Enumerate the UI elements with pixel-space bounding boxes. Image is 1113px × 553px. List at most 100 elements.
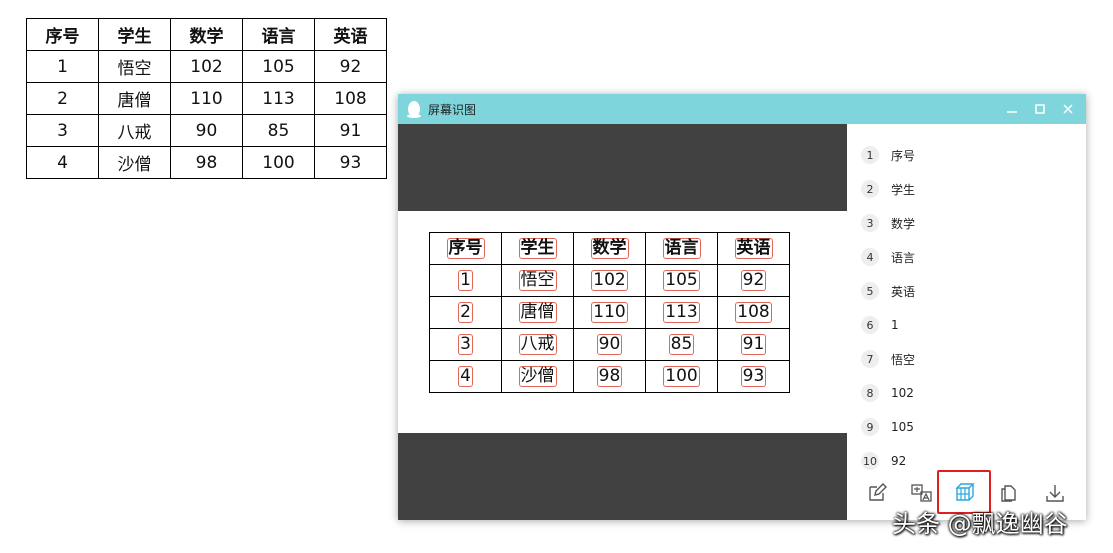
list-item[interactable]: 9 105 [861, 410, 915, 444]
ocr-text-box[interactable]: 98 [596, 366, 623, 387]
result-number-badge: 7 [861, 350, 879, 368]
table-cell: 唐僧 [501, 296, 574, 329]
result-text: 序号 [891, 148, 916, 163]
list-item[interactable]: 2 学生 [861, 172, 915, 206]
watermark-text: 头条 @飘逸幽谷 [892, 510, 1068, 538]
list-item[interactable]: 5 英语 [861, 274, 915, 308]
table-cell: 85 [645, 328, 718, 361]
ocr-text-box[interactable]: 八戒 [518, 334, 557, 355]
source-header-cell: 数学 [170, 18, 243, 51]
table-row: 2 唐僧 110 113 108 [26, 82, 387, 115]
table-row: 2 唐僧 110 113 108 [429, 296, 790, 329]
table-cell: 3 [26, 114, 99, 147]
result-number-badge: 5 [861, 282, 879, 300]
window-titlebar[interactable]: 屏幕识图 [398, 94, 1086, 124]
table-row: 4 沙僧 98 100 93 [429, 360, 790, 393]
close-button[interactable] [1054, 94, 1082, 124]
source-table: 序号 学生 数学 语言 英语 1 悟空 102 105 92 2 唐僧 110 … [26, 18, 387, 179]
captured-header-cell: 学生 [501, 232, 574, 265]
result-text: 1 [891, 318, 899, 332]
table-cell: 102 [573, 264, 646, 297]
ocr-text-box[interactable]: 92 [740, 270, 767, 291]
minimize-icon [1007, 111, 1017, 113]
table-cell: 110 [170, 82, 243, 115]
table-cell: 3 [429, 328, 502, 361]
table-cell: 93 [314, 146, 387, 179]
ocr-text-box[interactable]: 93 [740, 366, 767, 387]
ocr-text-box[interactable]: 语言 [662, 238, 701, 259]
download-icon [1046, 485, 1064, 502]
table-row: 3 八戒 90 85 91 [429, 328, 790, 361]
ocr-text-box[interactable]: 108 [735, 302, 772, 323]
ocr-text-box[interactable]: 数学 [590, 238, 629, 259]
ocr-text-box[interactable]: 90 [596, 334, 623, 355]
ocr-text-box[interactable]: 唐僧 [518, 302, 557, 323]
table-cell: 90 [573, 328, 646, 361]
table-recognize-icon [955, 483, 975, 501]
table-cell: 100 [645, 360, 718, 393]
table-cell: 4 [26, 146, 99, 179]
result-text: 悟空 [891, 352, 916, 367]
minimize-button[interactable] [998, 94, 1026, 124]
ocr-text-box[interactable]: 91 [740, 334, 767, 355]
result-text: 数学 [891, 216, 916, 231]
captured-image-preview: 序号 学生 数学 语言 英语 1 悟空 102 105 92 2 唐僧 110 … [398, 124, 847, 520]
table-cell: 4 [429, 360, 502, 393]
table-cell: 八戒 [501, 328, 574, 361]
table-row: 1 悟空 102 105 92 [429, 264, 790, 297]
table-cell: 沙僧 [98, 146, 171, 179]
ocr-text-box[interactable]: 3 [458, 334, 473, 355]
table-cell: 92 [314, 50, 387, 83]
ocr-text-box[interactable]: 1 [458, 270, 473, 291]
ocr-text-box[interactable]: 悟空 [518, 270, 557, 291]
result-number-badge: 1 [861, 146, 879, 164]
ocr-text-box[interactable]: 学生 [518, 238, 557, 259]
table-cell: 100 [242, 146, 315, 179]
table-row: 1 悟空 102 105 92 [26, 50, 387, 83]
result-number-badge: 8 [861, 384, 879, 402]
captured-header-cell: 序号 [429, 232, 502, 265]
table-cell: 98 [573, 360, 646, 393]
preview-dark-area-top [398, 124, 847, 211]
table-row: 3 八戒 90 85 91 [26, 114, 387, 147]
result-number-badge: 2 [861, 180, 879, 198]
result-text: 语言 [891, 250, 916, 265]
table-cell: 悟空 [98, 50, 171, 83]
ocr-text-box[interactable]: 110 [591, 302, 628, 323]
ocr-text-box[interactable]: 4 [458, 366, 473, 387]
table-cell: 悟空 [501, 264, 574, 297]
result-number-badge: 3 [861, 214, 879, 232]
list-item[interactable]: 4 语言 [861, 240, 915, 274]
maximize-button[interactable] [1026, 94, 1054, 124]
list-item[interactable]: 8 102 [861, 376, 915, 410]
ocr-text-box[interactable]: 113 [663, 302, 700, 323]
ocr-text-box[interactable]: 英语 [734, 238, 773, 259]
list-item[interactable]: 61 [861, 308, 915, 342]
ocr-text-box[interactable]: 2 [458, 302, 473, 323]
translate-icon [911, 484, 932, 502]
source-header-cell: 学生 [98, 18, 171, 51]
ocr-results-panel: 1 序号 2 学生 3 数学 4 语言 5 英语 61 7 悟空 8 102 9 105 10 9… [847, 124, 1086, 520]
source-header-cell: 英语 [314, 18, 387, 51]
ocr-text-box[interactable]: 序号 [446, 238, 485, 259]
captured-header-cell: 数学 [573, 232, 646, 265]
ocr-text-box[interactable]: 85 [668, 334, 695, 355]
window-controls [998, 94, 1082, 124]
result-number-badge: 6 [861, 316, 879, 334]
captured-header-cell: 语言 [645, 232, 718, 265]
list-item[interactable]: 1 序号 [861, 138, 915, 172]
ocr-result-list: 1 序号 2 学生 3 数学 4 语言 5 英语 61 7 悟空 8 102 9 105 10 9… [861, 138, 915, 478]
ocr-text-box[interactable]: 100 [663, 366, 700, 387]
ocr-text-box[interactable]: 102 [591, 270, 628, 291]
table-cell: 110 [573, 296, 646, 329]
table-cell: 92 [717, 264, 790, 297]
table-cell: 90 [170, 114, 243, 147]
table-cell: 八戒 [98, 114, 171, 147]
list-item[interactable]: 7 悟空 [861, 342, 915, 376]
table-cell: 108 [314, 82, 387, 115]
list-item[interactable]: 3 数学 [861, 206, 915, 240]
ocr-text-box[interactable]: 105 [663, 270, 700, 291]
result-text: 102 [891, 386, 914, 400]
ocr-text-box[interactable]: 沙僧 [518, 366, 557, 387]
captured-table-header-row: 序号 学生 数学 语言 英语 [429, 232, 790, 265]
